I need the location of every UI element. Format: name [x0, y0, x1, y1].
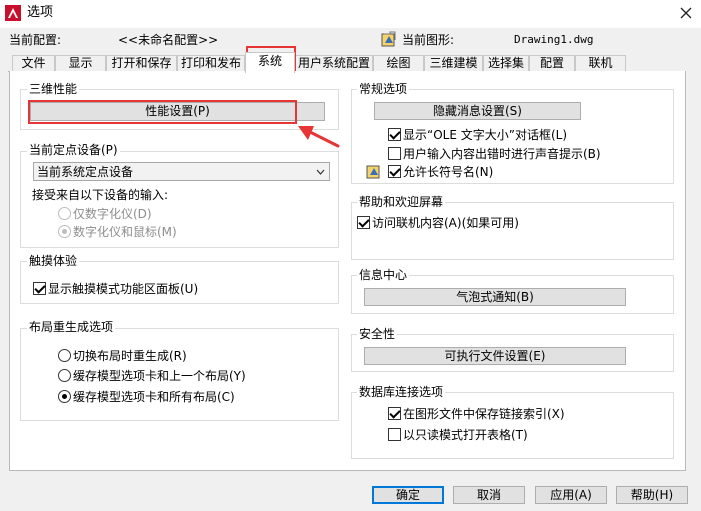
current-profile-label: 当前配置:	[9, 33, 62, 47]
accept-input-label: 接受来自以下设备的输入:	[32, 188, 169, 202]
regen-on-switch-label: 切换布局时重生成(R)	[73, 349, 187, 363]
chevron-down-icon	[316, 169, 325, 175]
apply-button[interactable]: 应用(A)	[535, 486, 607, 504]
window-title: 选项	[27, 5, 54, 20]
tab-files[interactable]: 文件	[12, 55, 55, 72]
tab-3d-modeling[interactable]: 三维建模	[424, 55, 483, 72]
tab-user-preferences[interactable]: 用户系统配置	[295, 55, 373, 72]
tab-online[interactable]: 联机	[575, 55, 626, 72]
cache-model-last-layout-radio[interactable]	[58, 369, 71, 382]
save-link-index-checkbox[interactable]	[388, 407, 401, 420]
digitizer-and-mouse-label: 数字化仪和鼠标(M)	[73, 225, 177, 239]
pointer-arrow-icon	[298, 126, 340, 148]
tab-system[interactable]: 系统	[245, 52, 295, 73]
online-content-checkbox[interactable]	[357, 216, 370, 229]
readonly-tables-checkbox[interactable]	[388, 428, 401, 441]
cache-model-last-layout-label: 缓存模型选项卡和上一个布局(Y)	[73, 369, 246, 383]
beep-on-error-checkbox[interactable]	[388, 147, 401, 160]
help-button[interactable]: 帮助(H)	[616, 486, 688, 504]
help-welcome-title: 帮助和欢迎屏幕	[357, 195, 446, 209]
cancel-button[interactable]: 取消	[453, 486, 525, 504]
tab-profiles[interactable]: 配置	[529, 55, 575, 72]
current-drawing-value: Drawing1.dwg	[514, 33, 594, 46]
general-options-title: 常规选项	[357, 82, 410, 96]
close-icon	[680, 7, 692, 19]
drawing-file-icon	[381, 31, 396, 47]
cache-model-all-layouts-label: 缓存模型选项卡和所有布局(C)	[73, 390, 235, 404]
executable-settings-button[interactable]: 可执行文件设置(E)	[364, 347, 626, 365]
online-content-label: 访问联机内容(A)(如果可用)	[372, 216, 519, 230]
autocad-logo-icon	[5, 5, 21, 21]
layout-regen-title: 布局重生成选项	[27, 320, 116, 334]
pointing-device-selected: 当前系统定点设备	[37, 165, 134, 179]
beep-on-error-label: 用户输入内容出错时进行声音提示(B)	[403, 147, 601, 161]
readonly-tables-label: 以只读模式打开表格(T)	[403, 428, 528, 442]
tab-selection[interactable]: 选择集	[483, 55, 529, 72]
touch-title: 触摸体验	[27, 254, 80, 268]
tab-plot-publish[interactable]: 打印和发布	[177, 55, 245, 72]
touch-ribbon-label: 显示触摸模式功能区面板(U)	[48, 282, 199, 296]
touch-ribbon-checkbox[interactable]	[33, 282, 46, 295]
performance-settings-highlight	[28, 100, 297, 124]
db-connectivity-group	[351, 392, 674, 459]
close-button[interactable]	[676, 3, 696, 23]
hidden-messages-button[interactable]: 隐藏消息设置(S)	[374, 102, 581, 120]
tab-drafting[interactable]: 绘图	[373, 55, 424, 72]
cache-model-all-layouts-radio[interactable]	[58, 390, 71, 403]
info-center-title: 信息中心	[357, 268, 410, 282]
ok-button[interactable]: 确定	[372, 486, 444, 504]
current-profile-value: <<未命名配置>>	[118, 33, 219, 47]
save-link-index-label: 在图形文件中保存链接索引(X)	[403, 407, 565, 421]
title-bar	[0, 0, 701, 28]
digitizer-only-label: 仅数字化仪(D)	[73, 207, 152, 221]
digitizer-only-radio[interactable]	[58, 207, 71, 220]
security-title: 安全性	[357, 327, 398, 341]
drawing-setting-icon	[366, 165, 380, 179]
pointing-device-title: 当前定点设备(P)	[27, 143, 120, 157]
balloon-notification-button[interactable]: 气泡式通知(B)	[364, 288, 626, 306]
ole-text-size-checkbox[interactable]	[388, 128, 401, 141]
long-symbol-names-checkbox[interactable]	[388, 165, 401, 178]
perf3d-title: 三维性能	[27, 82, 80, 96]
db-connectivity-title: 数据库连接选项	[357, 385, 446, 399]
regen-on-switch-radio[interactable]	[58, 349, 71, 362]
pointing-device-select[interactable]: 当前系统定点设备	[33, 162, 330, 181]
tab-display[interactable]: 显示	[55, 55, 106, 72]
long-symbol-names-label: 允许长符号名(N)	[403, 165, 494, 179]
tab-open-save[interactable]: 打开和保存	[106, 55, 177, 72]
digitizer-and-mouse-radio[interactable]	[58, 225, 71, 238]
help-welcome-group	[351, 202, 674, 260]
ole-text-size-label: 显示“OLE 文字大小”对话框(L)	[403, 128, 568, 142]
current-drawing-label: 当前图形:	[402, 33, 455, 47]
